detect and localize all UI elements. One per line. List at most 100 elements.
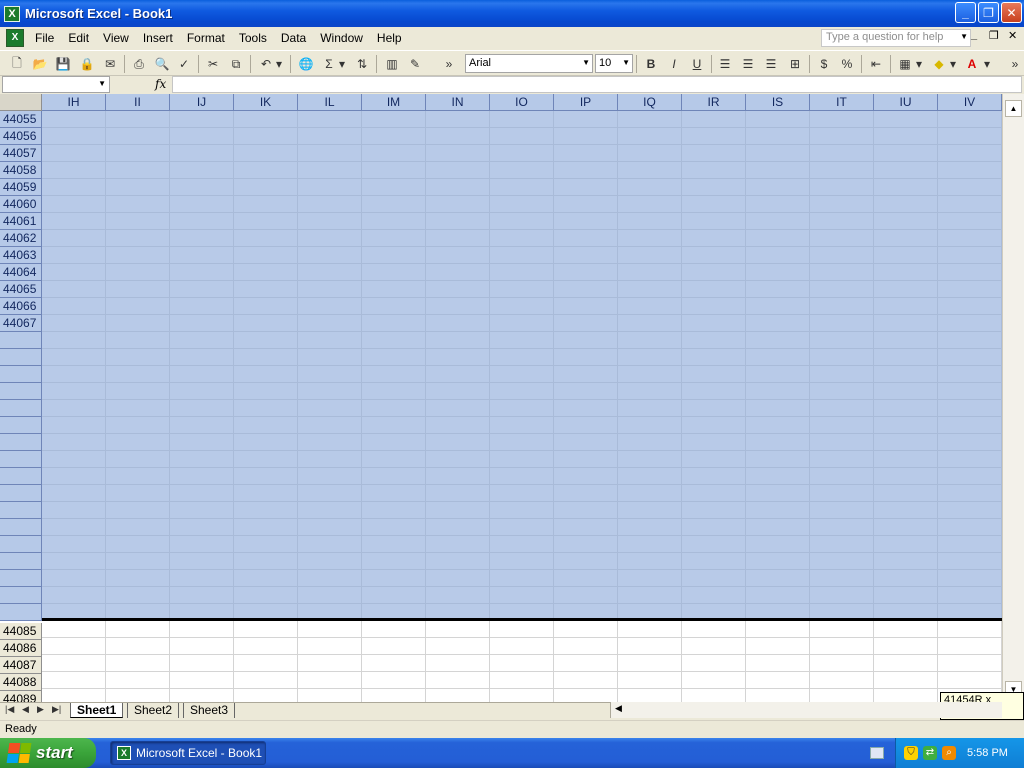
minimize-button[interactable]: _ <box>955 2 976 23</box>
row-header[interactable]: 44060 <box>0 196 42 213</box>
currency-icon[interactable]: $ <box>815 55 833 73</box>
menu-tools[interactable]: Tools <box>232 27 274 49</box>
print-icon[interactable]: ⎙ <box>130 55 148 73</box>
sort-ascending-icon[interactable]: ⇅ <box>353 55 371 73</box>
email-icon[interactable]: ✉ <box>101 55 119 73</box>
percent-icon[interactable]: % <box>838 55 856 73</box>
clock[interactable]: 5:58 PM <box>967 747 1008 759</box>
menu-format[interactable]: Format <box>180 27 232 49</box>
chevron-down-icon[interactable]: ▾ <box>914 55 924 73</box>
search-icon[interactable]: ⌕ <box>942 746 956 760</box>
borders-icon[interactable]: ▦ <box>896 55 914 73</box>
menu-view[interactable]: View <box>96 27 136 49</box>
next-sheet-icon[interactable]: ▶ <box>37 704 44 715</box>
help-search-input[interactable]: Type a question for help ▼ <box>821 29 971 47</box>
permission-icon[interactable]: 🔒 <box>78 55 96 73</box>
autosum-icon[interactable]: Σ <box>320 55 338 73</box>
chevron-down-icon[interactable]: ▼ <box>98 79 106 88</box>
menu-edit[interactable]: Edit <box>61 27 96 49</box>
print-preview-icon[interactable]: 🔍 <box>153 55 171 73</box>
column-header[interactable]: IR <box>682 94 746 111</box>
menu-insert[interactable]: Insert <box>136 27 180 49</box>
align-center-icon[interactable]: ☰ <box>739 55 757 73</box>
row-header[interactable]: 44086 <box>0 640 42 657</box>
font-size-select[interactable]: 10 ▼ <box>595 54 633 73</box>
column-header[interactable]: IL <box>298 94 362 111</box>
row-header[interactable] <box>0 366 42 383</box>
cut-icon[interactable]: ✂ <box>204 55 222 73</box>
restore-button[interactable]: ❐ <box>978 2 999 23</box>
column-header[interactable]: IQ <box>618 94 682 111</box>
row-header[interactable]: 44064 <box>0 264 42 281</box>
chevron-down-icon[interactable]: ▾ <box>948 55 958 73</box>
row-header[interactable]: 44089 <box>0 691 42 702</box>
merge-center-icon[interactable]: ⊞ <box>786 55 804 73</box>
row-header[interactable]: 44067 <box>0 315 42 332</box>
column-header[interactable]: IV <box>938 94 1002 111</box>
row-header[interactable]: 44057 <box>0 145 42 162</box>
chevron-down-icon[interactable]: ▾ <box>274 55 284 73</box>
row-header[interactable] <box>0 587 42 604</box>
align-right-icon[interactable]: ☰ <box>762 55 780 73</box>
row-header[interactable]: 44087 <box>0 657 42 674</box>
name-box[interactable]: ▼ <box>2 76 110 93</box>
row-header[interactable] <box>0 570 42 587</box>
fill-color-icon[interactable]: ◆ <box>930 55 948 73</box>
row-header[interactable] <box>0 349 42 366</box>
worksheet-grid[interactable]: IH II IJ IK IL IM IN IO IP IQ IR IS IT IU IV 44055 4405… <box>0 94 1002 702</box>
column-header[interactable]: IN <box>426 94 490 111</box>
taskbar-item-excel[interactable]: X Microsoft Excel - Book1 <box>110 741 266 765</box>
column-header[interactable]: IH <box>42 94 106 111</box>
close-button[interactable]: ✕ <box>1001 2 1022 23</box>
row-header[interactable] <box>0 604 42 621</box>
row-header[interactable] <box>0 434 42 451</box>
column-header[interactable]: IK <box>234 94 298 111</box>
select-all-button[interactable] <box>0 94 42 111</box>
formula-input[interactable] <box>172 76 1022 93</box>
row-header[interactable]: 44088 <box>0 674 42 691</box>
column-header[interactable]: IM <box>362 94 426 111</box>
underline-icon[interactable]: U <box>688 55 706 73</box>
row-header[interactable]: 44066 <box>0 298 42 315</box>
menu-help[interactable]: Help <box>370 27 409 49</box>
prev-sheet-icon[interactable]: ◀ <box>22 704 29 715</box>
new-icon[interactable]: 🗋 <box>8 55 26 73</box>
font-name-select[interactable]: Arial ▼ <box>465 54 593 73</box>
row-header[interactable]: 44061 <box>0 213 42 230</box>
column-header[interactable]: II <box>106 94 170 111</box>
align-left-icon[interactable]: ☰ <box>716 55 734 73</box>
sheet-tab-2[interactable]: Sheet2 <box>127 703 180 718</box>
toolbar-options-icon[interactable]: » <box>440 55 458 73</box>
vertical-scrollbar[interactable]: ▲ ▼ <box>1002 94 1024 702</box>
decrease-indent-icon[interactable]: ⇤ <box>867 55 885 73</box>
bold-icon[interactable]: B <box>642 55 660 73</box>
toolbar-options-icon[interactable]: » <box>1006 55 1024 73</box>
cell-selection[interactable] <box>42 111 1002 621</box>
keyboard-icon[interactable] <box>870 747 884 759</box>
menu-window[interactable]: Window <box>313 27 370 49</box>
row-header[interactable] <box>0 451 42 468</box>
excel-app-icon[interactable]: X <box>4 5 20 22</box>
row-header[interactable] <box>0 332 42 349</box>
italic-icon[interactable]: I <box>665 55 683 73</box>
security-shield-icon[interactable]: ⛉ <box>904 746 918 760</box>
row-header[interactable]: 44055 <box>0 111 42 128</box>
row-header[interactable]: 44056 <box>0 128 42 145</box>
chart-wizard-icon[interactable]: ▥ <box>383 55 401 73</box>
column-header[interactable]: IJ <box>170 94 234 111</box>
row-header[interactable] <box>0 468 42 485</box>
chevron-down-icon[interactable]: ▾ <box>337 55 347 73</box>
row-header[interactable] <box>0 519 42 536</box>
last-sheet-icon[interactable]: ▶| <box>52 704 61 715</box>
insert-function-icon[interactable]: fx <box>155 77 166 91</box>
spelling-icon[interactable]: ✓ <box>175 55 193 73</box>
scroll-left-icon[interactable]: ◀ <box>615 703 622 714</box>
doc-minimize-icon[interactable]: _ <box>971 29 977 41</box>
row-header[interactable]: 44058 <box>0 162 42 179</box>
row-header[interactable]: 44085 <box>0 623 42 640</box>
menu-data[interactable]: Data <box>274 27 313 49</box>
hyperlink-icon[interactable]: 🌐 <box>297 55 315 73</box>
start-button[interactable]: start <box>0 738 96 768</box>
row-header[interactable] <box>0 536 42 553</box>
chevron-down-icon[interactable]: ▾ <box>982 55 992 73</box>
